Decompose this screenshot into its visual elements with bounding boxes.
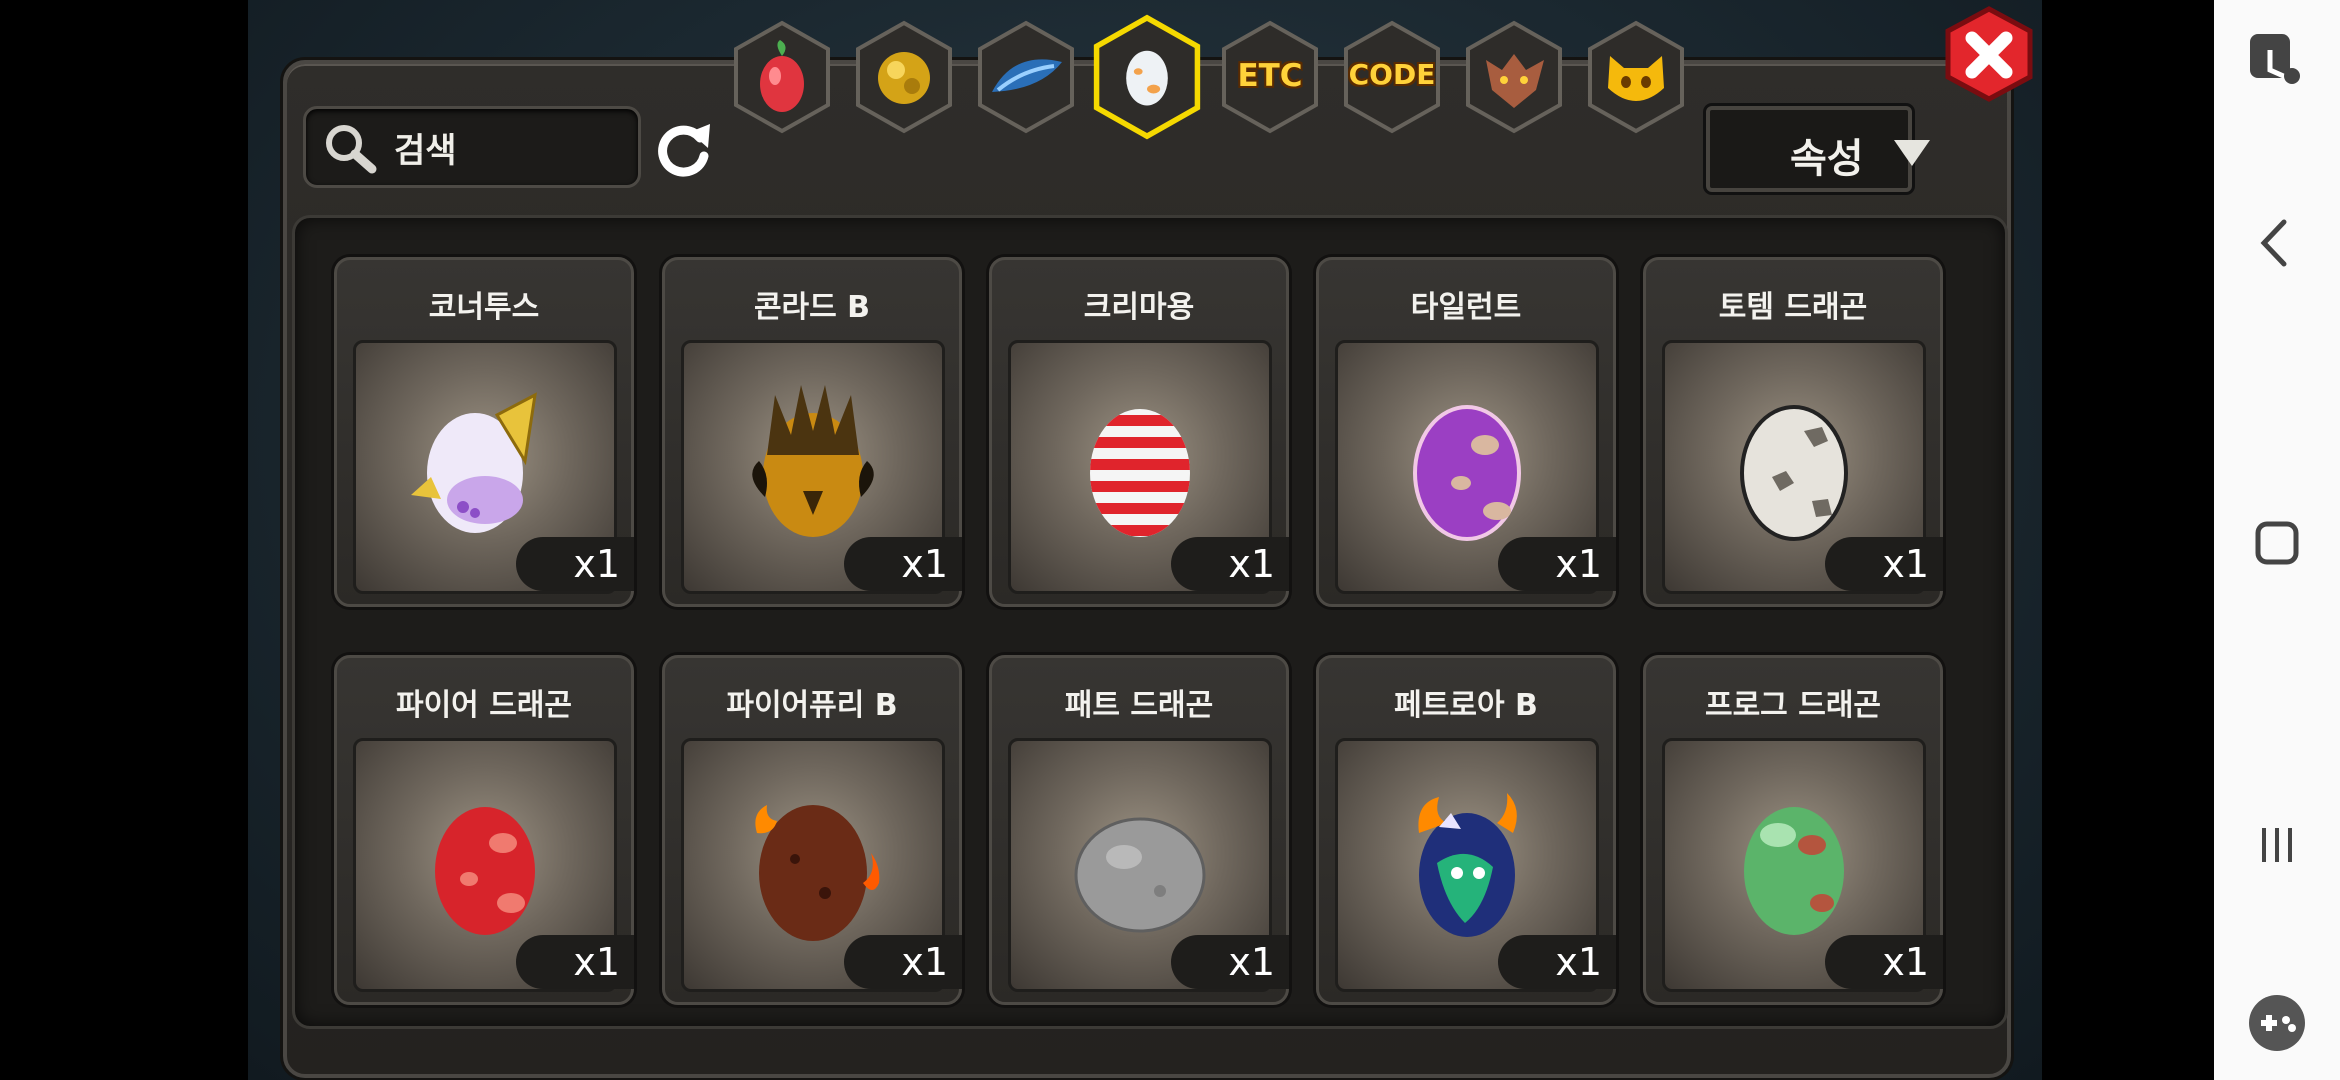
tab-feather[interactable] bbox=[974, 20, 1078, 134]
item-name: 페트로아 B bbox=[1394, 688, 1538, 723]
back-icon[interactable] bbox=[2240, 206, 2314, 280]
item-card[interactable]: 타일런트 x1 bbox=[1316, 257, 1616, 607]
gold-ball-icon bbox=[856, 20, 952, 134]
item-card[interactable]: 콘라드 B x1 bbox=[662, 257, 962, 607]
tab-gold[interactable] bbox=[852, 20, 956, 134]
egg-icon bbox=[1418, 793, 1517, 937]
home-icon[interactable] bbox=[2240, 506, 2314, 580]
item-quantity: x1 bbox=[844, 537, 962, 591]
item-quantity: x1 bbox=[516, 935, 634, 989]
sort-label: 속성 bbox=[1790, 136, 1864, 182]
item-quantity: x1 bbox=[1171, 537, 1289, 591]
recent-apps-icon[interactable] bbox=[2240, 808, 2314, 882]
item-card[interactable]: 페트로아 B x1 bbox=[1316, 655, 1616, 1005]
tab-cat[interactable] bbox=[1584, 20, 1688, 134]
cat-face-icon bbox=[1588, 20, 1684, 134]
egg-icon bbox=[1093, 14, 1201, 140]
close-icon[interactable] bbox=[1944, 6, 2034, 102]
egg-icon bbox=[435, 807, 535, 935]
dragon-head-icon bbox=[1466, 20, 1562, 134]
item-name: 콘라드 B bbox=[753, 290, 871, 325]
item-name: 파이어퓨리 B bbox=[726, 688, 898, 723]
item-quantity: x1 bbox=[1498, 537, 1616, 591]
item-quantity: x1 bbox=[516, 537, 634, 591]
blue-feather-icon bbox=[978, 20, 1074, 134]
tab-dragon[interactable] bbox=[1462, 20, 1566, 134]
item-name: 패트 드래곤 bbox=[1064, 688, 1214, 723]
tab-code-label: CODE bbox=[1348, 58, 1436, 91]
search-box[interactable]: 검색 bbox=[303, 106, 641, 188]
item-name: 파이어 드래곤 bbox=[395, 688, 573, 723]
dropdown-arrow-icon bbox=[1894, 140, 1930, 166]
item-card[interactable]: 코너투스 x1 bbox=[334, 257, 634, 607]
item-quantity: x1 bbox=[1825, 537, 1943, 591]
attribute-sort-dropdown[interactable]: 속성 bbox=[1706, 106, 1930, 192]
item-card[interactable]: 패트 드래곤 x1 bbox=[989, 655, 1289, 1005]
search-icon bbox=[326, 125, 377, 174]
item-quantity: x1 bbox=[1825, 935, 1943, 989]
item-name: 코너투스 bbox=[428, 290, 540, 325]
tab-code[interactable]: CODE bbox=[1340, 20, 1444, 134]
egg-icon bbox=[1740, 405, 1848, 541]
fruit-icon bbox=[734, 20, 830, 134]
item-name: 프로그 드래곤 bbox=[1704, 688, 1882, 723]
item-quantity: x1 bbox=[1498, 935, 1616, 989]
refresh-icon[interactable] bbox=[652, 118, 714, 180]
egg-icon bbox=[1413, 405, 1521, 541]
item-name: 타일런트 bbox=[1410, 290, 1522, 325]
tab-etc[interactable]: ETC bbox=[1218, 20, 1322, 134]
game-tools-icon[interactable] bbox=[2240, 986, 2314, 1060]
item-card[interactable]: 파이어 드래곤 x1 bbox=[334, 655, 634, 1005]
tab-egg-selected[interactable] bbox=[1090, 14, 1204, 140]
item-name: 토템 드래곤 bbox=[1718, 290, 1868, 325]
item-name: 크리마용 bbox=[1083, 290, 1195, 325]
touch-lock-icon[interactable] bbox=[2240, 20, 2314, 94]
item-card[interactable]: 크리마용 x1 bbox=[989, 257, 1289, 607]
tab-etc-label: ETC bbox=[1237, 58, 1303, 94]
item-card[interactable]: 토템 드래곤 x1 bbox=[1643, 257, 1943, 607]
egg-icon bbox=[411, 392, 537, 533]
egg-icon bbox=[755, 805, 880, 941]
egg-icon bbox=[752, 385, 874, 537]
item-card[interactable]: 프로그 드래곤 x1 bbox=[1643, 655, 1943, 1005]
egg-icon bbox=[1090, 409, 1190, 537]
tab-fruit[interactable] bbox=[730, 20, 834, 134]
egg-icon bbox=[1074, 817, 1206, 933]
search-label: 검색 bbox=[394, 131, 457, 171]
egg-icon bbox=[1744, 807, 1844, 935]
item-quantity: x1 bbox=[1171, 935, 1289, 989]
item-quantity: x1 bbox=[844, 935, 962, 989]
item-card[interactable]: 파이어퓨리 B x1 bbox=[662, 655, 962, 1005]
